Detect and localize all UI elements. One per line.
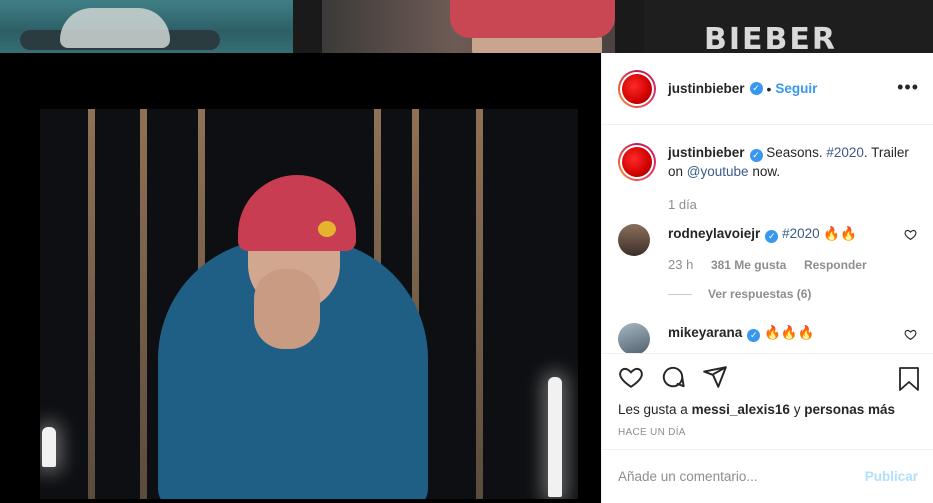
caption: justinbieber ✓ Seasons. #2020. Trailer on… xyxy=(618,125,917,214)
avatar-image xyxy=(622,147,652,177)
avatar-inner xyxy=(620,71,654,106)
share-icon[interactable] xyxy=(702,364,728,390)
view-replies-label[interactable]: Ver respuestas (6) xyxy=(708,287,811,301)
post-header: justinbieber ✓ • Seguir ••• xyxy=(602,53,933,125)
comment-item: mikeyarana ✓ 🔥🔥🔥 xyxy=(618,301,917,353)
heart-icon[interactable] xyxy=(904,328,917,341)
grid-thumbnail[interactable] xyxy=(0,0,293,53)
avatar-image xyxy=(622,73,652,104)
caption-mention[interactable]: @youtube xyxy=(687,164,749,179)
separator: • xyxy=(766,80,772,97)
thumbnail-text: BIEBER xyxy=(704,22,837,53)
caption-meta: 1 día xyxy=(668,195,917,214)
grid-thumbnail[interactable]: BIEBER xyxy=(644,0,933,53)
publish-button[interactable]: Publicar xyxy=(865,469,918,484)
screen: BIEBER justinbieber ✓ • Seguir ••• justi… xyxy=(0,0,933,503)
verified-icon: ✓ xyxy=(749,82,763,95)
commenter-avatar[interactable] xyxy=(618,224,650,256)
comments-list[interactable]: justinbieber ✓ Seasons. #2020. Trailer on… xyxy=(602,125,933,353)
commenter-avatar[interactable] xyxy=(618,323,650,353)
caption-age[interactable]: 1 día xyxy=(668,197,697,212)
beanie-patch xyxy=(318,221,336,237)
comment-body: mikeyarana ✓ 🔥🔥🔥 xyxy=(668,323,908,353)
backdrop-stripe xyxy=(140,109,147,499)
caption-text: Seasons. xyxy=(766,145,823,160)
post-username[interactable]: justinbieber xyxy=(668,81,745,96)
post-timestamp[interactable]: HACE UN DÍA xyxy=(618,427,918,438)
more-icon[interactable]: ••• xyxy=(897,77,919,98)
verified-icon: ✓ xyxy=(749,149,763,162)
post-actions: Les gusta a messi_alexis16 y personas má… xyxy=(602,353,933,449)
comment-hashtag[interactable]: #2020 xyxy=(782,226,820,241)
likes-prefix: Les gusta a xyxy=(618,402,688,417)
thumbnail-shape xyxy=(60,8,170,48)
caption-hashtag[interactable]: #2020 xyxy=(826,145,864,160)
verified-icon: ✓ xyxy=(747,329,761,342)
avatar[interactable] xyxy=(618,69,656,108)
likes-rest[interactable]: personas más xyxy=(804,402,895,417)
thumbnail-shape xyxy=(450,0,615,38)
comment-input[interactable] xyxy=(618,469,865,484)
reply-button[interactable]: Responder xyxy=(804,258,867,272)
follow-button[interactable]: Seguir xyxy=(775,81,817,96)
backdrop-stripe xyxy=(476,109,483,499)
backdrop-stripe xyxy=(88,109,95,499)
background-grid: BIEBER xyxy=(0,0,933,53)
post-side-panel: justinbieber ✓ • Seguir ••• justinbieber… xyxy=(601,53,933,503)
comment-icon[interactable] xyxy=(660,364,686,390)
avatar-inner xyxy=(620,145,654,179)
caption-body: justinbieber ✓ Seasons. #2020. Trailer on… xyxy=(668,143,917,214)
comment-meta: 23 h 381 Me gusta Responder xyxy=(668,255,908,275)
comment-age[interactable]: 23 h xyxy=(668,257,693,272)
person-hand xyxy=(254,269,320,349)
comment-body: rodneylavoiejr ✓ #2020 🔥🔥 23 h 381 Me gus… xyxy=(668,224,908,275)
comment-composer: Publicar xyxy=(602,449,933,503)
action-icons xyxy=(618,354,920,400)
bookmark-icon[interactable] xyxy=(898,366,920,392)
studio-light xyxy=(548,377,562,497)
grid-thumbnail[interactable] xyxy=(322,0,615,53)
comment-likes[interactable]: 381 Me gusta xyxy=(711,258,786,272)
likes-summary: Les gusta a messi_alexis16 y personas má… xyxy=(618,402,918,417)
comment-username[interactable]: rodneylavoiejr xyxy=(668,226,760,241)
post-media[interactable] xyxy=(0,53,601,503)
video-frame[interactable] xyxy=(40,109,578,499)
studio-light xyxy=(42,427,56,467)
person-beanie xyxy=(238,175,356,251)
verified-icon: ✓ xyxy=(765,230,779,243)
caption-text: now. xyxy=(752,164,781,179)
heart-icon[interactable] xyxy=(904,228,917,241)
heart-icon[interactable] xyxy=(618,364,644,390)
caption-username[interactable]: justinbieber xyxy=(668,145,745,160)
likes-user[interactable]: messi_alexis16 xyxy=(692,402,790,417)
comment-emoji: 🔥🔥🔥 xyxy=(764,325,815,340)
replies-divider xyxy=(668,293,692,295)
comment-item: rodneylavoiejr ✓ #2020 🔥🔥 23 h 381 Me gus… xyxy=(618,214,917,275)
caption-avatar[interactable] xyxy=(618,143,656,181)
view-replies[interactable]: Ver respuestas (6) xyxy=(668,287,917,301)
comment-username[interactable]: mikeyarana xyxy=(668,325,742,340)
likes-connector: y xyxy=(793,402,801,417)
comment-emoji: 🔥🔥 xyxy=(823,226,857,241)
post-modal: justinbieber ✓ • Seguir ••• justinbieber… xyxy=(0,53,933,503)
